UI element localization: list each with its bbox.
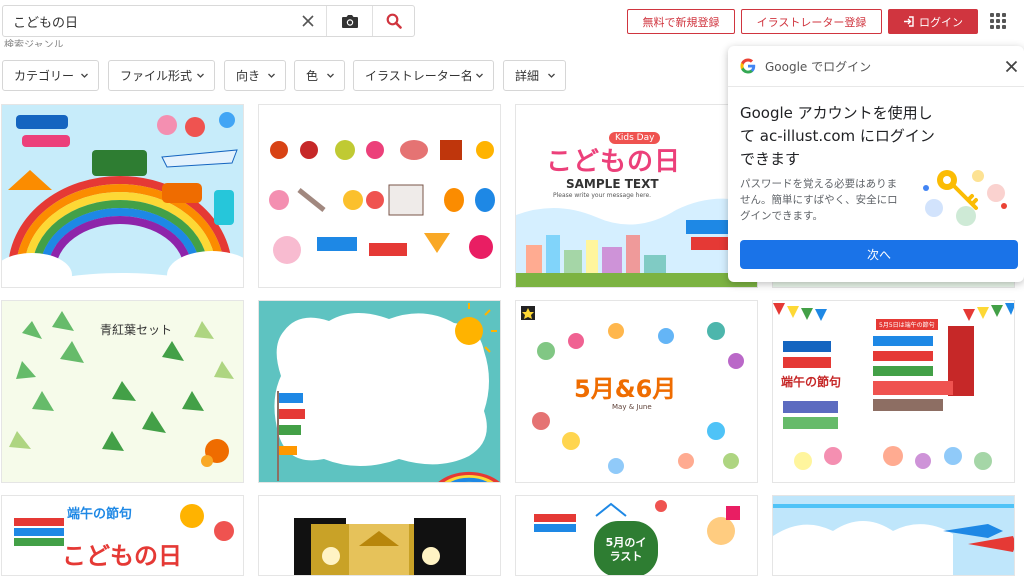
illustrator-signup-label: イラストレーター登録 bbox=[756, 15, 867, 29]
popup-header: Google でログイン bbox=[728, 46, 1024, 87]
thumbnail-title: こどもの日 bbox=[62, 542, 182, 570]
chevron-down-icon bbox=[197, 73, 204, 78]
illustration-thumbnail[interactable]: 5月&6月 May & June bbox=[515, 300, 758, 483]
filter-color-label: 色 bbox=[306, 69, 319, 83]
kids-day-icons bbox=[259, 105, 500, 287]
chevron-down-icon bbox=[548, 73, 555, 78]
popup-next-button[interactable]: 次へ bbox=[740, 240, 1018, 269]
popup-close-button[interactable] bbox=[1005, 58, 1018, 77]
popup-header-text: Google でログイン bbox=[765, 59, 872, 74]
search-box bbox=[2, 5, 415, 37]
thumbnail-title: 端午の節句 bbox=[781, 375, 842, 389]
illustration-thumbnail[interactable] bbox=[258, 104, 501, 288]
illustration-thumbnail[interactable]: 青紅葉セット bbox=[1, 300, 244, 483]
close-icon bbox=[1005, 60, 1018, 73]
chevron-down-icon bbox=[476, 73, 483, 78]
search-button[interactable] bbox=[372, 6, 414, 36]
filter-orientation[interactable]: 向き bbox=[224, 60, 286, 91]
filter-orientation-label: 向き bbox=[236, 69, 261, 83]
golden-folding-screen bbox=[259, 496, 500, 575]
filter-file-format-label: ファイル形式 bbox=[120, 69, 193, 83]
close-icon bbox=[302, 15, 314, 27]
illustration-thumbnail[interactable] bbox=[258, 495, 501, 576]
filter-color[interactable]: 色 bbox=[294, 60, 345, 91]
thumbnail-title: 5月&6月 bbox=[574, 375, 677, 403]
filter-details[interactable]: 詳細 bbox=[503, 60, 566, 91]
login-button[interactable]: ログイン bbox=[888, 9, 978, 34]
thumbnail-subtitle: May & June bbox=[612, 403, 652, 411]
filter-illustrator-name-label: イラストレーター名 bbox=[365, 69, 473, 83]
camera-icon bbox=[341, 14, 358, 28]
thumbnail-sample-text: SAMPLE TEXT bbox=[566, 177, 659, 191]
filter-illustrator-name[interactable]: イラストレーター名 bbox=[353, 60, 494, 91]
filter-category-label: カテゴリー bbox=[14, 69, 75, 83]
thumbnail-title: こどもの日 bbox=[546, 147, 682, 177]
chevron-down-icon bbox=[268, 73, 275, 78]
thumbnail-subtitle: 端午の節句 bbox=[67, 507, 133, 522]
popup-description: パスワードを覚える必要はありません。簡単にすばやく、安全にログインできます。 bbox=[740, 178, 898, 222]
gw-illustration bbox=[2, 105, 243, 287]
top-bar: 無料で新規登録 イラストレーター登録 ログイン 検索ジャンル bbox=[0, 0, 1024, 47]
illustrator-signup-button[interactable]: イラストレーター登録 bbox=[741, 9, 882, 34]
login-label: ログイン bbox=[919, 15, 963, 29]
illustration-thumbnail[interactable] bbox=[1, 104, 244, 288]
clear-search-button[interactable] bbox=[290, 6, 326, 36]
illustration-thumbnail[interactable]: 端午の節句 こどもの日 bbox=[1, 495, 244, 576]
popup-title: Google アカウントを使用して ac-illust.com にログインできま… bbox=[740, 104, 935, 168]
free-signup-button[interactable]: 無料で新規登録 bbox=[627, 9, 735, 34]
chevron-down-icon bbox=[81, 73, 88, 78]
search-input[interactable] bbox=[3, 6, 290, 36]
search-icon bbox=[386, 13, 402, 29]
image-search-button[interactable] bbox=[326, 6, 372, 36]
filter-details-label: 詳細 bbox=[515, 69, 540, 83]
illustration-thumbnail[interactable]: Kids Day こどもの日 SAMPLE TEXT Please write … bbox=[515, 104, 758, 288]
genre-label-cutoff: 検索ジャンル bbox=[4, 40, 64, 47]
popup-next-label: 次へ bbox=[866, 248, 891, 262]
google-signin-popup: Google でログイン Google アカウントを使用して ac-illust… bbox=[728, 46, 1024, 282]
google-logo-icon bbox=[740, 58, 756, 74]
thumbnail-sample-subtext: Please write your message here. bbox=[553, 192, 652, 199]
carp-streamer-frame bbox=[259, 301, 500, 482]
key-illustration-icon bbox=[923, 170, 1007, 226]
filter-category[interactable]: カテゴリー bbox=[2, 60, 99, 91]
illustration-thumbnail[interactable]: 5月のイラスト bbox=[515, 495, 758, 576]
filter-file-format[interactable]: ファイル形式 bbox=[108, 60, 215, 91]
illustration-thumbnail[interactable] bbox=[772, 495, 1015, 576]
chevron-down-icon bbox=[327, 73, 334, 78]
illustration-thumbnail[interactable] bbox=[258, 300, 501, 483]
login-icon bbox=[904, 16, 914, 27]
free-signup-label: 無料で新規登録 bbox=[642, 15, 720, 29]
illustration-thumbnail[interactable]: 端午の節句 5月5日は端午の節句 bbox=[772, 300, 1015, 483]
thumbnail-title: 5月のイラスト bbox=[605, 536, 647, 563]
thumbnail-banner: 5月5日は端午の節句 bbox=[876, 319, 938, 330]
carp-sky-illustration bbox=[773, 496, 1014, 575]
apps-grid-icon[interactable] bbox=[990, 13, 1006, 29]
thumbnail-title: 青紅葉セット bbox=[100, 323, 173, 337]
